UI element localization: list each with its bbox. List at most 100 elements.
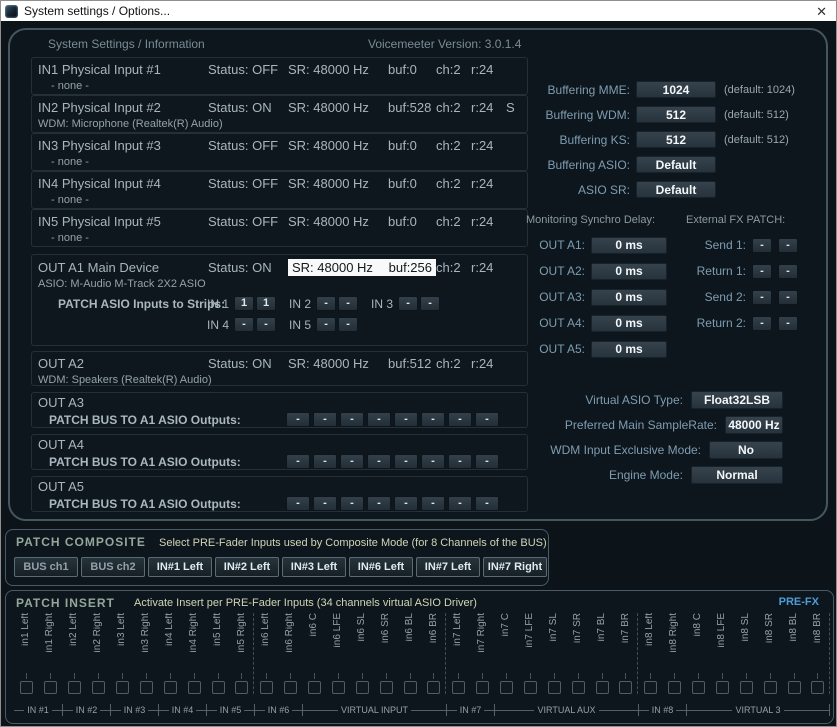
- buffering-value-button[interactable]: Default: [636, 181, 716, 198]
- insert-checkbox[interactable]: [284, 681, 297, 694]
- setting-value-button[interactable]: Normal: [691, 466, 783, 484]
- insert-checkbox[interactable]: [427, 681, 440, 694]
- insert-checkbox[interactable]: [235, 681, 248, 694]
- bus-patch-button[interactable]: -: [367, 496, 391, 511]
- insert-checkbox[interactable]: [212, 681, 225, 694]
- insert-checkbox[interactable]: [20, 681, 33, 694]
- bus-patch-button[interactable]: -: [394, 496, 418, 511]
- insert-checkbox[interactable]: [308, 681, 321, 694]
- bus-patch-button[interactable]: -: [394, 454, 418, 469]
- asio-patch-button[interactable]: 1: [234, 296, 254, 311]
- insert-checkbox[interactable]: [404, 681, 417, 694]
- fx-patch-button[interactable]: -: [752, 290, 772, 305]
- insert-checkbox[interactable]: [260, 681, 273, 694]
- composite-channel-button[interactable]: IN#7 Right: [483, 557, 547, 577]
- setting-value-button[interactable]: Float32LSB: [691, 391, 783, 409]
- fx-patch-button[interactable]: -: [778, 316, 798, 331]
- composite-channel-button[interactable]: BUS ch1: [14, 557, 78, 577]
- out-a1-section[interactable]: OUT A1 Main Device Status: ON SR: 48000 …: [31, 254, 528, 346]
- bus-patch-button[interactable]: -: [313, 412, 337, 427]
- insert-checkbox[interactable]: [356, 681, 369, 694]
- insert-checkbox[interactable]: [476, 681, 489, 694]
- setting-value-button[interactable]: No: [709, 441, 783, 459]
- asio-patch-button[interactable]: -: [338, 296, 358, 311]
- insert-checkbox[interactable]: [332, 681, 345, 694]
- composite-channel-button[interactable]: IN#3 Left: [282, 557, 346, 577]
- fx-patch-button[interactable]: -: [752, 264, 772, 279]
- insert-checkbox[interactable]: [452, 681, 465, 694]
- setting-value-button[interactable]: 48000 Hz: [725, 416, 783, 434]
- asio-patch-button[interactable]: -: [398, 296, 418, 311]
- delay-value-button[interactable]: 0 ms: [591, 289, 667, 306]
- asio-patch-button[interactable]: -: [256, 317, 276, 332]
- buffering-value-button[interactable]: 512: [636, 131, 716, 148]
- bus-patch-button[interactable]: -: [313, 496, 337, 511]
- bus-patch-button[interactable]: -: [286, 454, 310, 469]
- insert-checkbox[interactable]: [524, 681, 537, 694]
- buffering-value-button[interactable]: Default: [636, 156, 716, 173]
- insert-checkbox[interactable]: [596, 681, 609, 694]
- title-bar[interactable]: System settings / Options... ✕: [1, 1, 836, 21]
- insert-checkbox[interactable]: [188, 681, 201, 694]
- bus-patch-button[interactable]: -: [367, 454, 391, 469]
- bus-patch-button[interactable]: -: [313, 454, 337, 469]
- insert-checkbox[interactable]: [548, 681, 561, 694]
- bus-patch-button[interactable]: -: [286, 496, 310, 511]
- insert-checkbox[interactable]: [116, 681, 129, 694]
- fx-patch-button[interactable]: -: [778, 264, 798, 279]
- bus-patch-button[interactable]: -: [394, 412, 418, 427]
- composite-channel-button[interactable]: IN#6 Left: [349, 557, 413, 577]
- insert-checkbox[interactable]: [811, 681, 824, 694]
- device-row[interactable]: IN1 Physical Input #1 Status: OFF SR: 48…: [31, 57, 528, 95]
- insert-checkbox[interactable]: [619, 681, 632, 694]
- insert-checkbox[interactable]: [740, 681, 753, 694]
- out-a2-section[interactable]: OUT A2 Status: ON SR: 48000 Hz buf:512 c…: [31, 351, 528, 386]
- close-icon[interactable]: ✕: [816, 5, 827, 18]
- composite-channel-button[interactable]: BUS ch2: [81, 557, 145, 577]
- insert-checkbox[interactable]: [644, 681, 657, 694]
- insert-checkbox[interactable]: [68, 681, 81, 694]
- device-row[interactable]: IN5 Physical Input #5 Status: OFF SR: 48…: [31, 209, 528, 247]
- bus-patch-button[interactable]: -: [448, 496, 472, 511]
- insert-checkbox[interactable]: [716, 681, 729, 694]
- asio-patch-button[interactable]: 1: [256, 296, 276, 311]
- insert-checkbox[interactable]: [668, 681, 681, 694]
- bus-patch-button[interactable]: -: [475, 496, 499, 511]
- insert-checkbox[interactable]: [380, 681, 393, 694]
- composite-channel-button[interactable]: IN#7 Left: [416, 557, 480, 577]
- composite-channel-button[interactable]: IN#2 Left: [215, 557, 279, 577]
- fx-patch-button[interactable]: -: [778, 290, 798, 305]
- bus-patch-button[interactable]: -: [340, 412, 364, 427]
- buffering-value-button[interactable]: 512: [636, 106, 716, 123]
- delay-value-button[interactable]: 0 ms: [591, 237, 667, 254]
- insert-checkbox[interactable]: [788, 681, 801, 694]
- insert-checkbox[interactable]: [572, 681, 585, 694]
- fx-patch-button[interactable]: -: [778, 238, 798, 253]
- insert-checkbox[interactable]: [92, 681, 105, 694]
- bus-patch-button[interactable]: -: [367, 412, 391, 427]
- asio-patch-button[interactable]: -: [316, 296, 336, 311]
- delay-value-button[interactable]: 0 ms: [591, 263, 667, 280]
- insert-checkbox[interactable]: [500, 681, 513, 694]
- device-row[interactable]: IN2 Physical Input #2 Status: ON SR: 480…: [31, 95, 528, 133]
- insert-checkbox[interactable]: [692, 681, 705, 694]
- bus-patch-button[interactable]: -: [340, 496, 364, 511]
- device-row[interactable]: IN3 Physical Input #3 Status: OFF SR: 48…: [31, 133, 528, 171]
- asio-patch-button[interactable]: -: [234, 317, 254, 332]
- buffering-value-button[interactable]: 1024: [636, 81, 716, 98]
- bus-patch-button[interactable]: -: [286, 412, 310, 427]
- asio-patch-button[interactable]: -: [316, 317, 336, 332]
- fx-patch-button[interactable]: -: [752, 316, 772, 331]
- insert-checkbox[interactable]: [140, 681, 153, 694]
- fx-patch-button[interactable]: -: [752, 238, 772, 253]
- asio-patch-button[interactable]: -: [420, 296, 440, 311]
- insert-checkbox[interactable]: [764, 681, 777, 694]
- bus-patch-button[interactable]: -: [421, 496, 445, 511]
- insert-checkbox[interactable]: [164, 681, 177, 694]
- delay-value-button[interactable]: 0 ms: [591, 341, 667, 358]
- insert-checkbox[interactable]: [44, 681, 57, 694]
- delay-value-button[interactable]: 0 ms: [591, 315, 667, 332]
- asio-patch-button[interactable]: -: [338, 317, 358, 332]
- bus-patch-button[interactable]: -: [340, 454, 364, 469]
- device-row[interactable]: IN4 Physical Input #4 Status: OFF SR: 48…: [31, 171, 528, 209]
